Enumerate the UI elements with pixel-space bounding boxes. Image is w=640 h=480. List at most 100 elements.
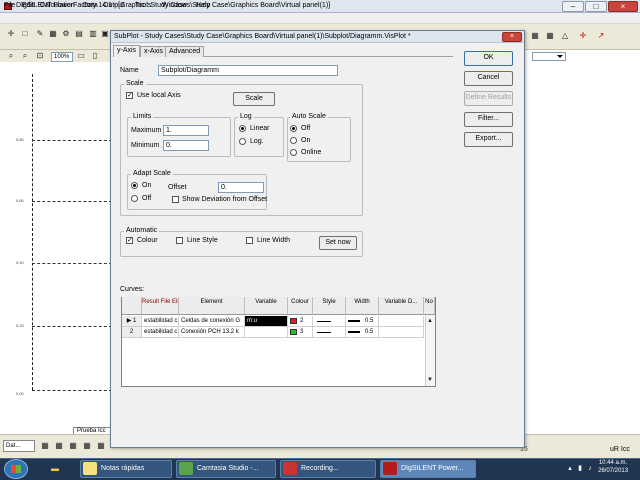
menu-window[interactable]: Window (162, 2, 187, 9)
variable-cell[interactable] (245, 327, 288, 338)
right-dropdown[interactable] (532, 52, 566, 61)
tray-arrow-icon[interactable]: ▴ (566, 465, 574, 473)
tab-x-axis[interactable]: x-Axis (140, 46, 168, 57)
line-width-sample (348, 331, 360, 333)
row-header[interactable]: ▶ 1 (122, 316, 142, 327)
set-now-button[interactable]: Set now (319, 236, 357, 250)
show-deviation-checkbox[interactable] (172, 196, 179, 203)
clock-time: 10:44 a.m. (598, 460, 628, 466)
column-header-colour[interactable]: Colour (288, 297, 313, 315)
right-tool-2-icon[interactable]: ▦ (545, 31, 555, 41)
column-header-no[interactable]: No (424, 297, 435, 315)
close-button[interactable]: × (608, 1, 638, 12)
auto-line-width-checkbox[interactable] (246, 237, 253, 244)
log-log-radio[interactable] (239, 138, 246, 145)
adapt-on-radio[interactable] (131, 182, 138, 189)
chart-icon[interactable]: ▥ (88, 29, 98, 39)
book-icon[interactable]: ▣ (100, 29, 110, 39)
variable-cell-selected[interactable]: m:u (245, 316, 288, 327)
edit-icon[interactable]: ✎ (35, 29, 45, 39)
paste-icon[interactable]: ▯ (90, 51, 100, 61)
zoom-select[interactable]: 100% (51, 52, 73, 62)
column-header-variable[interactable]: Variable (245, 297, 288, 315)
width-cell[interactable]: 0.5 (346, 327, 379, 338)
zoom-out-icon[interactable]: ⌕ (20, 51, 30, 61)
auto-colour-checkbox[interactable]: ✓ (126, 237, 133, 244)
offset-field[interactable]: 0. (218, 182, 264, 193)
element-cell[interactable]: Conexión PCH 13.2 k (179, 327, 245, 338)
settings-icon[interactable]: ⚙ (61, 29, 71, 39)
style-cell[interactable] (313, 327, 346, 338)
width-cell[interactable]: 0.5 (346, 316, 379, 327)
export-button[interactable]: Export... (464, 132, 513, 147)
autoscale-online-radio[interactable] (290, 149, 297, 156)
minimum-field[interactable]: 0. (163, 140, 209, 151)
clock[interactable]: 10:44 a.m. 26/07/2013 (598, 459, 628, 475)
autoscale-on-radio[interactable] (290, 137, 297, 144)
filter-button[interactable]: Filter... (464, 112, 513, 127)
arrow-icon[interactable]: ↗ (596, 31, 606, 41)
scale-button[interactable]: Scale (233, 92, 275, 106)
colour-cell[interactable]: 2 (288, 316, 313, 327)
volume-icon[interactable]: ♪ (586, 465, 594, 473)
scroll-up-icon[interactable]: ▲ (425, 316, 435, 326)
name-field[interactable]: Subplot/Diagramm (158, 65, 338, 76)
log-linear-radio[interactable] (239, 125, 246, 132)
menu-file[interactable]: File (4, 2, 15, 9)
menu-output[interactable]: Output (103, 2, 124, 9)
row-header[interactable]: 2 (122, 327, 142, 338)
menu-data[interactable]: Data (83, 2, 98, 9)
zoom-fit-icon[interactable]: ⊡ (35, 51, 45, 61)
grid-icon[interactable]: ▦ (48, 29, 58, 39)
minimize-button[interactable]: – (562, 1, 584, 12)
tab-y-axis[interactable]: y-Axis (113, 45, 141, 57)
cursor-icon[interactable]: ✛ (6, 29, 16, 39)
scroll-down-icon[interactable]: ▼ (425, 375, 435, 385)
menu-edit[interactable]: Edit (22, 2, 34, 9)
network-icon[interactable]: ▮ (576, 465, 584, 473)
style-cell[interactable] (313, 316, 346, 327)
start-button[interactable] (4, 459, 28, 479)
dialog-close-button[interactable]: × (502, 32, 522, 42)
right-tool-3-icon[interactable]: △ (560, 31, 570, 41)
explorer-icon[interactable]: ▬ (50, 464, 60, 474)
column-header-variable-desc[interactable]: Variable D... (379, 297, 424, 315)
autoscale-off-radio[interactable] (290, 125, 297, 132)
maximize-button[interactable]: □ (585, 1, 607, 12)
variable-desc-cell[interactable] (379, 327, 424, 338)
bottom-tool-1-icon[interactable]: ▦ (40, 441, 50, 451)
variable-desc-cell[interactable] (379, 316, 424, 327)
bottom-tool-3-icon[interactable]: ▦ (68, 441, 78, 451)
ok-button[interactable]: OK (464, 51, 513, 66)
menu-tools[interactable]: Tools (135, 2, 151, 9)
column-header-style[interactable]: Style (313, 297, 346, 315)
cancel-button[interactable]: Cancel (464, 71, 513, 86)
zoom-in-icon[interactable]: ⌕ (6, 51, 16, 61)
column-header-width[interactable]: Width (346, 297, 379, 315)
right-tool-1-icon[interactable]: ▦ (530, 31, 540, 41)
bottom-tool-2-icon[interactable]: ▦ (54, 441, 64, 451)
colour-cell[interactable]: 3 (288, 327, 313, 338)
column-header-element[interactable]: Element (179, 297, 245, 315)
define-results-button[interactable]: Define Results (464, 91, 513, 106)
menu-help[interactable]: Help (196, 2, 210, 9)
marker-icon[interactable]: ✛ (578, 31, 588, 41)
new-icon[interactable]: □ (20, 29, 30, 39)
use-local-axis-checkbox[interactable]: ✓ (126, 92, 133, 99)
print-icon[interactable]: ▤ (74, 29, 84, 39)
tab-advanced[interactable]: Advanced (165, 46, 205, 57)
use-local-axis-label: Use local Axis (137, 92, 181, 99)
graphic-canvas[interactable] (0, 62, 112, 434)
bottom-tool-5-icon[interactable]: ▦ (96, 441, 106, 451)
adapt-off-radio[interactable] (131, 195, 138, 202)
page-icon[interactable]: ▭ (76, 51, 86, 61)
column-header-result[interactable]: Result File ElmRes,I (142, 297, 179, 315)
menu-calculation[interactable]: Calculation (40, 2, 75, 9)
result-cell[interactable]: estabilidad c (142, 327, 179, 338)
auto-line-style-checkbox[interactable] (176, 237, 183, 244)
bottom-tool-4-icon[interactable]: ▦ (82, 441, 92, 451)
result-cell[interactable]: estabilidad c (142, 316, 179, 327)
maximum-field[interactable]: 1. (163, 125, 209, 136)
element-cell[interactable]: Celdas de conexión G (179, 316, 245, 327)
data-manager-tab[interactable]: Dat... (3, 440, 35, 452)
